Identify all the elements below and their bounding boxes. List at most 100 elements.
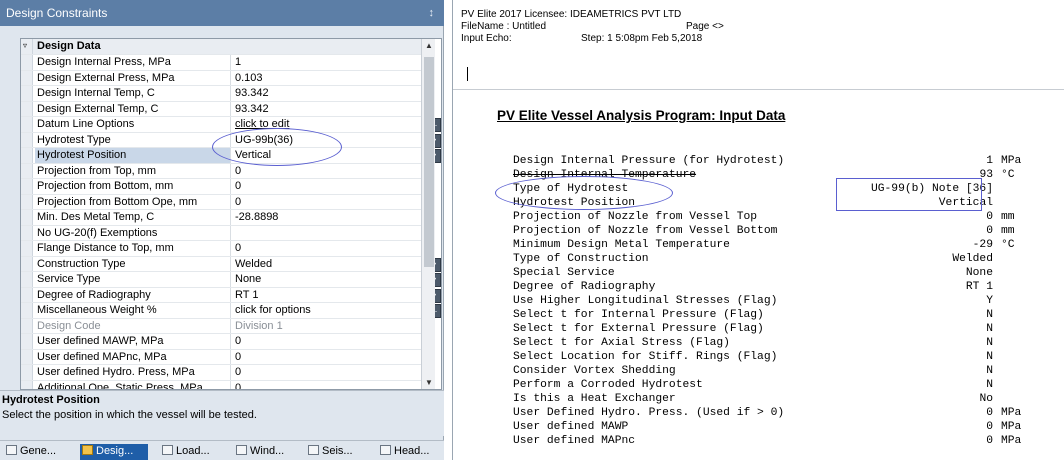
prop-value[interactable]: RT 1 xyxy=(233,288,423,303)
prop-name: Min. Des Metal Temp, C xyxy=(35,210,231,225)
prop-row-design-code[interactable]: Design Code Division 1 xyxy=(21,318,424,334)
prop-value: Division 1 xyxy=(235,319,283,332)
tab-general[interactable]: Gene... xyxy=(4,444,56,460)
prop-value[interactable]: None xyxy=(233,272,423,287)
prop-value[interactable]: 0 xyxy=(233,334,423,349)
prop-row-min-des-metal-temp[interactable]: Min. Des Metal Temp, C -28.8898 xyxy=(21,210,424,226)
output-value: No xyxy=(979,393,993,405)
prop-value[interactable]: 0 xyxy=(233,381,423,390)
prop-value[interactable]: 0 xyxy=(233,241,423,256)
prop-value[interactable]: 0 xyxy=(233,365,423,380)
prop-name: User defined MAPnc, MPa xyxy=(35,349,231,364)
prop-row-projection-bottom-ope[interactable]: Projection from Bottom Ope, mm 0 xyxy=(21,194,424,210)
report-header: PV Elite 2017 Licensee: IDEAMETRICS PVT … xyxy=(453,0,1064,90)
output-row: Select Location for Stiff. Rings (Flag) N xyxy=(513,350,1063,364)
prop-value[interactable]: 93.342 xyxy=(233,86,423,101)
output-value: 0 xyxy=(986,225,993,237)
prop-row-degree-radiography[interactable]: Degree of Radiography RT 1 xyxy=(21,287,424,303)
prop-value[interactable] xyxy=(233,226,423,241)
output-unit: mm xyxy=(1001,211,1015,223)
output-unit: °C xyxy=(1001,169,1015,181)
scroll-up-icon[interactable]: ▲ xyxy=(422,41,436,50)
output-unit: MPa xyxy=(1001,435,1022,447)
prop-row-user-mapnc[interactable]: User defined MAPnc, MPa 0 xyxy=(21,349,424,365)
prop-row-user-hydro-press[interactable]: User defined Hydro. Press, MPa 0 xyxy=(21,365,424,381)
prop-row-misc-weight[interactable]: Miscellaneous Weight % click for options xyxy=(21,303,424,319)
prop-row-design-internal-press[interactable]: Design Internal Press, MPa 1 xyxy=(21,55,424,71)
output-label: User defined MAPnc xyxy=(513,435,636,447)
output-label: Type of Construction xyxy=(513,253,649,265)
grid-scrollbar[interactable]: ▲ ▼ xyxy=(421,39,435,389)
scroll-down-icon[interactable]: ▼ xyxy=(422,378,436,387)
tab-loads[interactable]: Load... xyxy=(160,444,210,460)
output-value: N xyxy=(986,379,993,391)
output-unit: MPa xyxy=(1001,407,1022,419)
prop-value[interactable]: 93.342 xyxy=(233,102,423,117)
panel-title: Design Constraints xyxy=(6,6,108,20)
output-label: User Defined Hydro. Press. (Used if > 0) xyxy=(513,407,785,419)
output-label: Projection of Nozzle from Vessel Bottom xyxy=(513,225,778,237)
output-label: Is this a Heat Exchanger xyxy=(513,393,676,405)
prop-value[interactable]: Welded xyxy=(233,257,423,272)
tab-design[interactable]: Desig... xyxy=(80,444,148,460)
prop-row-design-external-temp[interactable]: Design External Temp, C 93.342 xyxy=(21,101,424,117)
prop-name: User defined Hydro. Press, MPa xyxy=(35,365,231,380)
tab-seismic[interactable]: Seis... xyxy=(306,444,353,460)
prop-row-design-external-press[interactable]: Design External Press, MPa 0.103 xyxy=(21,70,424,86)
prop-row-additional-ope-static-press[interactable]: Additional Ope. Static Press, MPa 0 xyxy=(21,380,424,390)
category-row-design-data[interactable]: ▿ Design Data xyxy=(21,39,424,55)
report-output-panel: PV Elite 2017 Licensee: IDEAMETRICS PVT … xyxy=(452,0,1064,460)
prop-name: No UG-20(f) Exemptions xyxy=(35,225,231,240)
output-value: Welded xyxy=(952,253,993,265)
prop-value[interactable]: 0.103 xyxy=(233,71,423,86)
prop-value[interactable]: 0 xyxy=(233,179,423,194)
prop-name: Design Code xyxy=(35,318,231,333)
output-row: Special Service None xyxy=(513,266,1063,280)
prop-row-projection-bottom[interactable]: Projection from Bottom, mm 0 xyxy=(21,179,424,195)
prop-name: Design Internal Temp, C xyxy=(35,86,231,101)
output-value: N xyxy=(986,351,993,363)
prop-name: Projection from Bottom, mm xyxy=(35,179,231,194)
prop-name: Projection from Top, mm xyxy=(35,163,231,178)
prop-name: User defined MAWP, MPa xyxy=(35,334,231,349)
output-row: Perform a Corroded Hydrotest N xyxy=(513,378,1063,392)
output-unit: mm xyxy=(1001,225,1015,237)
prop-name: Projection from Bottom Ope, mm xyxy=(35,194,231,209)
output-row: Use Higher Longitudinal Stresses (Flag) Y xyxy=(513,294,1063,308)
pin-icon[interactable]: ↕ xyxy=(429,0,435,26)
scroll-thumb[interactable] xyxy=(424,57,434,267)
prop-row-datum-line-options[interactable]: Datum Line Options click to edit xyxy=(21,117,424,133)
output-row: Is this a Heat Exchanger No xyxy=(513,392,1063,406)
output-label: Design Internal Pressure (for Hydrotest) xyxy=(513,155,785,167)
design-icon xyxy=(82,445,93,455)
prop-value[interactable]: click for options xyxy=(233,303,423,318)
prop-value[interactable]: 0 xyxy=(233,350,423,365)
prop-row-design-internal-temp[interactable]: Design Internal Temp, C 93.342 xyxy=(21,86,424,102)
output-unit: MPa xyxy=(1001,155,1022,167)
prop-name: Miscellaneous Weight % xyxy=(35,303,231,318)
head-icon xyxy=(380,445,391,455)
prop-value[interactable]: 1 xyxy=(233,55,423,70)
prop-row-service-type[interactable]: Service Type None xyxy=(21,272,424,288)
prop-row-construction-type[interactable]: Construction Type Welded xyxy=(21,256,424,272)
prop-name: Design External Press, MPa xyxy=(35,70,231,85)
tab-wind[interactable]: Wind... xyxy=(234,444,284,460)
prop-row-ug20f-exemptions[interactable]: No UG-20(f) Exemptions xyxy=(21,225,424,241)
header-step: Step: 1 5:08pm Feb 5,2018 xyxy=(581,33,703,44)
wind-icon xyxy=(236,445,247,455)
collapse-icon[interactable]: ▿ xyxy=(21,39,33,54)
prop-name: Flange Distance to Top, mm xyxy=(35,241,231,256)
output-row: User defined MAWP 0 MPa xyxy=(513,420,1063,434)
output-unit: °C xyxy=(1001,239,1015,251)
prop-value[interactable]: -28.8898 xyxy=(233,210,423,225)
prop-row-flange-distance[interactable]: Flange Distance to Top, mm 0 xyxy=(21,241,424,257)
prop-value[interactable]: 0 xyxy=(233,164,423,179)
prop-row-user-mawp[interactable]: User defined MAWP, MPa 0 xyxy=(21,334,424,350)
prop-row-projection-top[interactable]: Projection from Top, mm 0 xyxy=(21,163,424,179)
page-icon xyxy=(6,445,17,455)
program-title: PV Elite Vessel Analysis Program: Input … xyxy=(497,108,786,123)
panel-title-bar: Design Constraints ↕ xyxy=(0,0,444,26)
output-label: Degree of Radiography xyxy=(513,281,656,293)
tab-heads[interactable]: Head... xyxy=(378,444,429,460)
prop-value[interactable]: 0 xyxy=(233,195,423,210)
